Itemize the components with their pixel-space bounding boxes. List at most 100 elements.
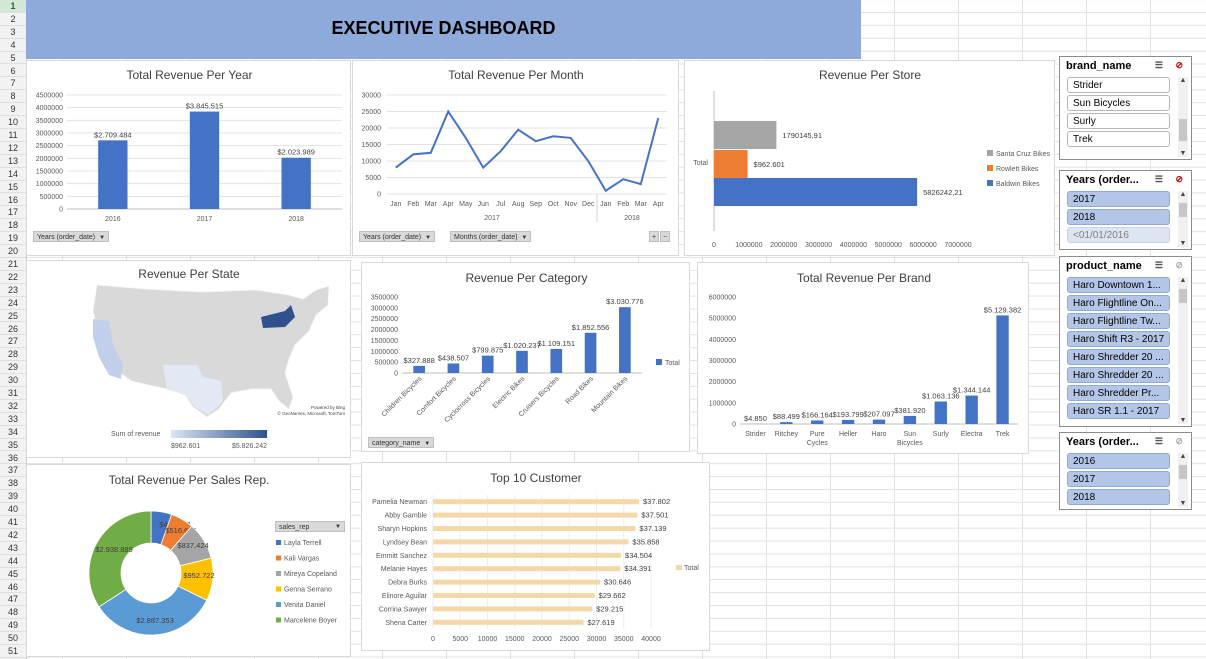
- row-number[interactable]: 20: [0, 245, 26, 258]
- row-number[interactable]: 13: [0, 155, 26, 168]
- row-headers[interactable]: 1 2 3 4 5 6 7 8 9 10 11 12 13 14 15 16 17 18 19 20 21 22 23 24 2…: [0, 0, 27, 659]
- row-number[interactable]: 7: [0, 77, 26, 91]
- row-number[interactable]: 24: [0, 297, 26, 310]
- clear-filter-icon[interactable]: ⊘: [1175, 174, 1183, 185]
- row-number[interactable]: 9: [0, 103, 26, 117]
- row-number[interactable]: 3: [0, 26, 26, 39]
- row-number[interactable]: 6: [0, 65, 26, 78]
- row-number[interactable]: 19: [0, 232, 26, 246]
- scroll-up-icon[interactable]: ▲: [1178, 191, 1188, 198]
- row-number[interactable]: 18: [0, 219, 26, 233]
- slicer-scrollbar[interactable]: ▲ ▼: [1178, 191, 1188, 247]
- scroll-down-icon[interactable]: ▼: [1178, 417, 1188, 424]
- row-number[interactable]: 12: [0, 142, 26, 155]
- row-number[interactable]: 23: [0, 284, 26, 297]
- row-number[interactable]: 51: [0, 645, 26, 658]
- chart-revenue-per-store[interactable]: Revenue Per Store 0 1000000 2000000 3000000 4…: [684, 60, 1055, 256]
- expand-field-button[interactable]: +: [649, 231, 659, 242]
- scroll-thumb[interactable]: [1179, 289, 1187, 303]
- multi-select-icon[interactable]: ☰: [1155, 60, 1163, 71]
- row-number[interactable]: 34: [0, 426, 26, 439]
- slicer-item[interactable]: 2018: [1067, 209, 1170, 225]
- slicer-item[interactable]: Haro Downtown 1...: [1067, 277, 1170, 293]
- row-number[interactable]: 43: [0, 542, 26, 555]
- chart-revenue-per-state[interactable]: Revenue Per State Powered by Bing © GeoNam…: [26, 260, 351, 458]
- row-number[interactable]: 10: [0, 116, 26, 129]
- slicer-item[interactable]: Strider: [1067, 77, 1170, 93]
- row-number[interactable]: 33: [0, 413, 26, 426]
- row-number[interactable]: 21: [0, 258, 26, 271]
- row-number[interactable]: 29: [0, 361, 26, 375]
- row-number[interactable]: 5: [0, 52, 26, 65]
- slicer-item[interactable]: 2017: [1067, 191, 1170, 207]
- row-number[interactable]: 47: [0, 593, 26, 607]
- row-number[interactable]: 30: [0, 374, 26, 387]
- chart-revenue-per-month[interactable]: Total Revenue Per Month 0 5000 10000 15000 20…: [352, 60, 679, 256]
- chart-top-10-customer[interactable]: Top 10 Customer 0 5000 10000 15000 20000 25000…: [361, 462, 710, 651]
- slicer-item[interactable]: Haro Shredder 20 ...: [1067, 367, 1170, 383]
- row-number[interactable]: 4: [0, 39, 26, 52]
- row-number[interactable]: 40: [0, 503, 26, 516]
- row-number[interactable]: 37: [0, 464, 26, 478]
- row-number[interactable]: 32: [0, 400, 26, 413]
- chart-revenue-per-brand[interactable]: Total Revenue Per Brand 0 1000000 2000000 30…: [697, 262, 1029, 454]
- scroll-up-icon[interactable]: ▲: [1178, 453, 1188, 460]
- slicer-item[interactable]: Haro SR 1.1 - 2017: [1067, 403, 1170, 419]
- row-number[interactable]: 38: [0, 477, 26, 491]
- row-number[interactable]: 1: [0, 0, 26, 13]
- row-number[interactable]: 46: [0, 581, 26, 594]
- multi-select-icon[interactable]: ☰: [1155, 436, 1163, 447]
- row-number[interactable]: 26: [0, 323, 26, 336]
- slicer-product-name[interactable]: product_name ☰ ⊘ Haro Downtown 1... Haro…: [1059, 256, 1192, 427]
- years-filter-button[interactable]: Years (order_date) ▼: [359, 231, 436, 242]
- row-number[interactable]: 42: [0, 529, 26, 542]
- row-number[interactable]: 28: [0, 348, 26, 362]
- clear-filter-icon[interactable]: ⊘: [1175, 260, 1183, 271]
- row-number[interactable]: 16: [0, 194, 26, 207]
- clear-filter-icon[interactable]: ⊘: [1175, 436, 1183, 447]
- row-number[interactable]: 25: [0, 310, 26, 323]
- row-number[interactable]: 17: [0, 206, 26, 220]
- scroll-up-icon[interactable]: ▲: [1178, 77, 1188, 84]
- scroll-thumb[interactable]: [1179, 465, 1187, 479]
- slicer-item[interactable]: Trek: [1067, 131, 1170, 147]
- slicer-item[interactable]: Haro Shredder Pr...: [1067, 385, 1170, 401]
- slicer-item[interactable]: Sun Bicycles: [1067, 95, 1170, 111]
- slicer-brand-name[interactable]: brand_name ☰ ⊘ Strider Sun Bicycles Surl…: [1059, 56, 1192, 160]
- slicer-scrollbar[interactable]: ▲ ▼: [1178, 453, 1188, 507]
- scroll-down-icon[interactable]: ▼: [1178, 150, 1188, 157]
- row-number[interactable]: 41: [0, 516, 26, 529]
- slicer-item[interactable]: Haro Flightline Tw...: [1067, 313, 1170, 329]
- scroll-up-icon[interactable]: ▲: [1178, 277, 1188, 284]
- row-number[interactable]: 35: [0, 439, 26, 452]
- row-number[interactable]: 11: [0, 129, 26, 142]
- multi-select-icon[interactable]: ☰: [1155, 260, 1163, 271]
- slicer-years-2[interactable]: Years (order... ☰ ⊘ 2016 2017 2018 ▲ ▼: [1059, 432, 1192, 510]
- row-number[interactable]: 22: [0, 271, 26, 284]
- slicer-item[interactable]: Haro Flightline On...: [1067, 295, 1170, 311]
- slicer-item[interactable]: Surly: [1067, 113, 1170, 129]
- row-number[interactable]: 44: [0, 555, 26, 568]
- scroll-down-icon[interactable]: ▼: [1178, 240, 1188, 247]
- years-filter-button[interactable]: Years (order_date) ▼: [33, 231, 110, 242]
- slicer-item[interactable]: 2016: [1067, 453, 1170, 469]
- row-number[interactable]: 8: [0, 90, 26, 104]
- row-number[interactable]: 31: [0, 387, 26, 400]
- row-number[interactable]: 39: [0, 490, 26, 504]
- category-filter-button[interactable]: category_name ▼: [368, 437, 435, 448]
- chart-revenue-per-year[interactable]: Total Revenue Per Year 0 500000 1000000 1500…: [26, 60, 351, 256]
- row-number[interactable]: 49: [0, 619, 26, 633]
- collapse-field-button[interactable]: −: [660, 231, 670, 242]
- scroll-down-icon[interactable]: ▼: [1178, 500, 1188, 507]
- months-filter-button[interactable]: Months (order_date) ▼: [450, 231, 532, 242]
- row-number[interactable]: 36: [0, 452, 26, 465]
- slicer-item[interactable]: Haro Shredder 20 ...: [1067, 349, 1170, 365]
- slicer-item[interactable]: Haro Shift R3 - 2017: [1067, 331, 1170, 347]
- row-number[interactable]: 14: [0, 168, 26, 181]
- slicer-scrollbar[interactable]: ▲ ▼: [1178, 277, 1188, 424]
- scroll-thumb[interactable]: [1179, 203, 1187, 217]
- sales-rep-filter-button[interactable]: sales_rep ▼: [275, 521, 345, 532]
- row-number[interactable]: 45: [0, 568, 26, 581]
- row-number[interactable]: 15: [0, 181, 26, 194]
- slicer-item[interactable]: <01/01/2016: [1067, 227, 1170, 243]
